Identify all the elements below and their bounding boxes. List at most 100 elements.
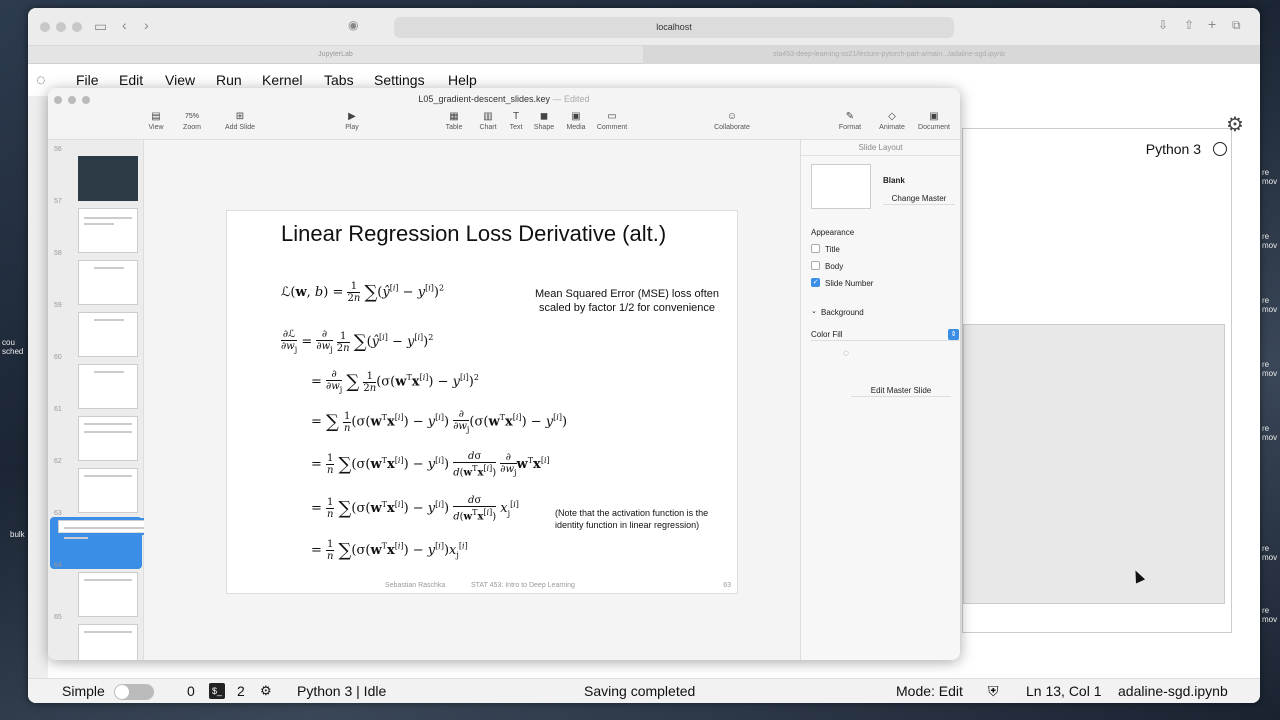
menu-tabs[interactable]: Tabs [324,72,354,88]
body-checkbox[interactable] [811,261,820,270]
comment-button[interactable]: ▭ Comment [590,110,634,131]
slide-number-checkbox-label: Slide Number [825,279,874,288]
slide-thumbnail[interactable] [78,260,138,305]
settings-gear-icon[interactable]: ⚙ [1226,112,1244,137]
thumbnail-text [84,217,132,219]
equation-derivative-5: = 1n ∑(σ(wTx[i]) − y[i]) dσ d(wTx[i]) xj[… [311,495,519,523]
privacy-icon[interactable]: ◉ [348,18,358,32]
address-bar[interactable]: localhost [394,17,954,38]
collaborate-icon: ☺ [726,111,738,122]
slide-number: 64 [54,562,62,569]
edit-mode: Mode: Edit [896,683,963,699]
slide-number: 61 [54,406,62,413]
terminal-icon[interactable]: $_ [209,683,225,699]
slide-thumbnail[interactable] [78,364,138,409]
document-button[interactable]: ▣ Document [912,110,956,131]
keynote-toolbar: ▤ View 75% Zoom ⊞ Add Slide ▶ Play ▦ Table ▥ C… [48,110,960,140]
fill-type-select[interactable]: Color Fill ⇕ [811,328,960,341]
minimize-window-button[interactable] [56,22,66,32]
jupyter-statusbar: Simple 0 $_ 2 ⚙ Python 3 | Idle Saving c… [28,678,1260,703]
equation-derivative-1: ∂ℒ ∂wj = ∂ ∂wj 1 2n ∑(ŷ[i] − y[i])2 [281,329,434,354]
inspector-header: Slide Layout [801,140,960,156]
keynote-zoom-button[interactable] [82,96,90,104]
edit-master-slide-button[interactable]: Edit Master Slide [851,384,951,397]
zoom-window-button[interactable] [72,22,82,32]
current-slide[interactable]: Linear Regression Loss Derivative (alt.)… [226,210,738,594]
slide-number: 59 [54,302,62,309]
download-icon[interactable]: ⇩ [1158,18,1168,32]
slide-thumbnail[interactable] [78,416,138,461]
jupyter-left-sidebar [28,96,48,678]
desktop-hint: re mov [1262,424,1278,442]
simple-mode-toggle[interactable] [114,684,154,700]
comment-icon: ▭ [607,111,617,122]
tab-overview-icon[interactable]: ⧉ [1232,18,1241,33]
mse-note[interactable]: Mean Squared Error (MSE) loss often scale… [523,287,731,315]
document-icon: ▣ [929,111,939,122]
kernel-status-icon [1213,142,1227,156]
play-button[interactable]: ▶ Play [330,110,374,131]
animate-button[interactable]: ◇ Animate [870,110,914,131]
browser-toolbar: ▭ ‹ › ◉ localhost ⇩ ⇧ + ⧉ [28,8,1260,46]
format-inspector: Slide Layout Blank Change Master Appeara… [800,140,960,660]
slide-title[interactable]: Linear Regression Loss Derivative (alt.) [281,221,666,247]
appearance-heading: Appearance [811,228,855,237]
kernel-chip-icon[interactable]: ⚙ [260,683,272,699]
slide-page-number: 63 [723,582,731,589]
keynote-minimize-button[interactable] [68,96,76,104]
menu-file[interactable]: File [76,72,99,88]
back-icon[interactable]: ‹ [122,17,127,33]
master-name: Blank [883,176,905,185]
format-brush-icon: ✎ [845,111,855,122]
slide-thumbnail[interactable] [78,468,138,513]
equation-derivative-2: = ∂ ∂wj ∑ 1 2n (σ(wTx[i]) − y[i])2 [311,369,479,394]
menu-kernel[interactable]: Kernel [262,72,302,88]
add-slide-button[interactable]: ⊞ Add Slide [218,110,262,131]
zoom-button[interactable]: 75% Zoom [170,110,214,131]
close-window-button[interactable] [40,22,50,32]
slide-thumbnail[interactable] [78,156,138,201]
disclosure-chevron-icon[interactable]: ⌄ [811,307,817,315]
footer-course: STAT 453: Intro to Deep Learning [471,582,575,589]
menu-edit[interactable]: Edit [119,72,143,88]
title-checkbox[interactable] [811,244,820,253]
tab-notebook[interactable]: sta453-deep-learning-ss21/lecture-pytorc… [643,46,1260,64]
slide-thumbnail[interactable] [78,572,138,617]
menu-settings[interactable]: Settings [374,72,425,88]
color-well-icon[interactable]: ◌ [843,348,849,359]
slide-number-checkbox[interactable]: ✓ [811,278,820,287]
trust-shield-icon[interactable]: ⛨ [988,683,999,700]
forward-icon[interactable]: › [144,17,149,33]
kernel-name[interactable]: Python 3 [1146,141,1201,157]
keynote-close-button[interactable] [54,96,62,104]
animate-icon: ◇ [888,111,896,122]
menu-help[interactable]: Help [448,72,477,88]
sidebar-icon[interactable]: ▭ [94,18,107,35]
menu-run[interactable]: Run [216,72,242,88]
format-button[interactable]: ✎ Format [828,110,872,131]
menu-view[interactable]: View [165,72,195,88]
desktop-hint: re mov [1262,232,1278,250]
slide-thumbnail[interactable] [78,624,138,660]
document-title: L05_gradient-descent_slides.key [418,94,551,104]
tab-strip: JupyterLab sta453-deep-learning-ss21/lec… [28,46,1260,64]
equation-derivative-3: = ∑ 1 n (σ(wTx[i]) − y[i]) ∂ ∂wj (σ(wTx[i]) … [311,409,568,434]
change-master-button[interactable]: Change Master [883,192,955,205]
new-tab-icon[interactable]: + [1208,16,1216,32]
slide-thumbnail[interactable] [78,312,138,357]
footer-author: Sebastian Raschka [385,582,446,589]
activation-note[interactable]: (Note that the activation function is th… [555,507,735,531]
slide-thumbnail[interactable] [78,208,138,253]
tab-jupyterlab[interactable]: JupyterLab [28,46,643,64]
thumbnail-text [84,223,114,225]
collaborate-button[interactable]: ☺ Collaborate [702,110,762,131]
share-icon[interactable]: ⇧ [1184,18,1194,32]
master-thumbnail[interactable] [811,164,871,209]
desktop-hint: re mov [1262,360,1278,378]
desktop-hint: bulk [10,530,25,539]
kernel-state[interactable]: Python 3 | Idle [297,683,386,699]
title-checkbox-label: Title [825,245,840,254]
notebook-cell-area[interactable] [963,324,1225,604]
thumbnail-text [94,371,124,373]
cursor-position[interactable]: Ln 13, Col 1 [1026,683,1102,699]
